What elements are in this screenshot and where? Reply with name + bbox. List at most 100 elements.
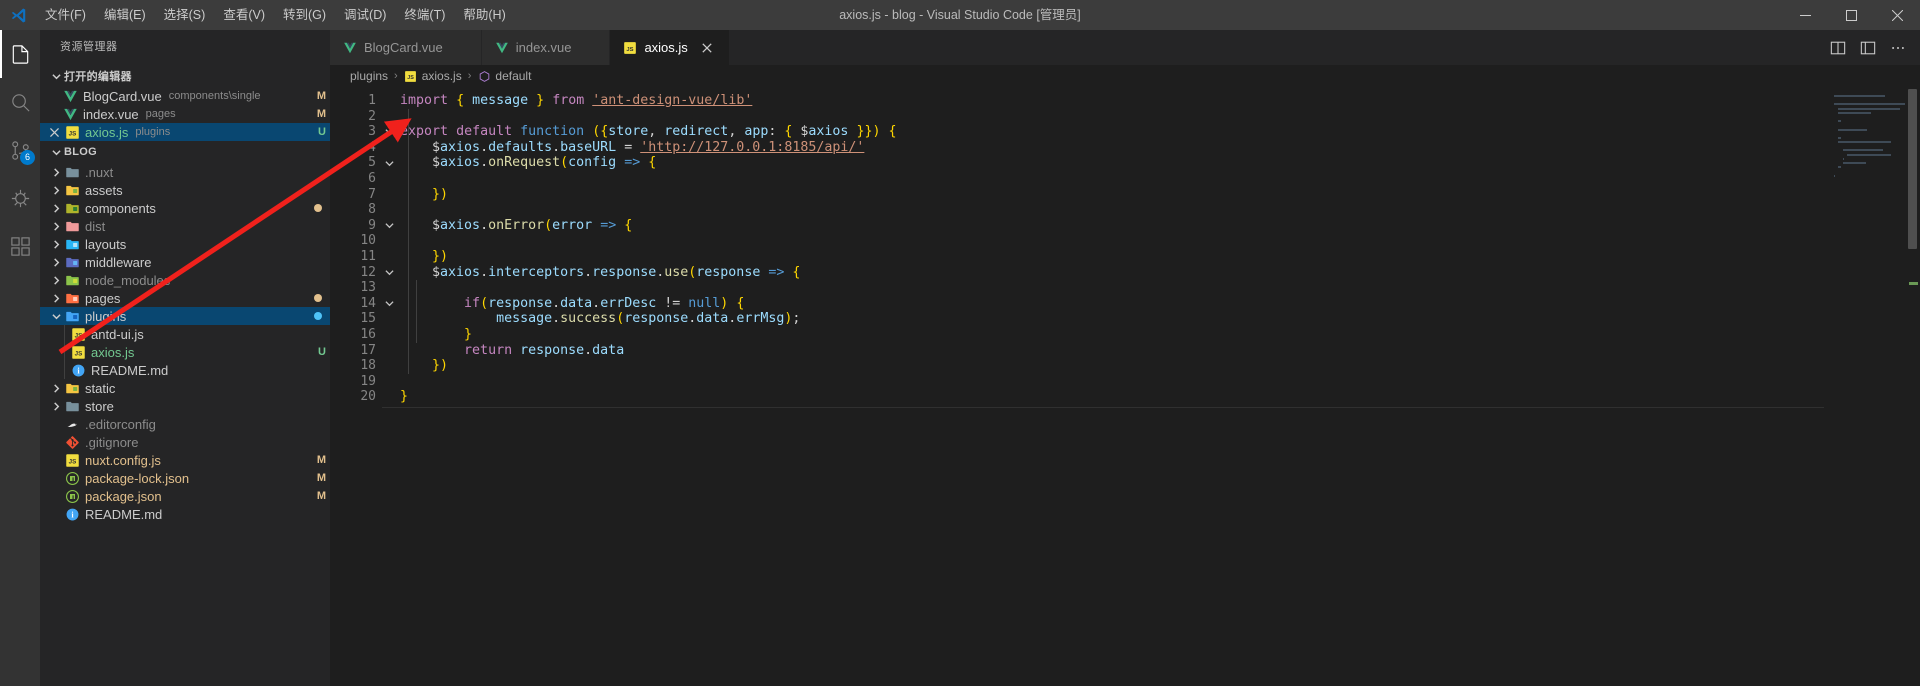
split-editor-icon[interactable] bbox=[1824, 30, 1852, 65]
code-content[interactable]: import { message } from 'ant-design-vue/… bbox=[396, 87, 1828, 686]
activitybar-extensions[interactable] bbox=[0, 222, 40, 270]
code-line[interactable] bbox=[400, 280, 1828, 296]
overview-ruler[interactable] bbox=[1906, 87, 1920, 686]
code-line[interactable] bbox=[400, 233, 1828, 249]
menu-terminal[interactable]: 终端(T) bbox=[395, 0, 454, 30]
fold-chevron-icon[interactable] bbox=[382, 155, 396, 171]
file-desc: pages bbox=[145, 108, 176, 120]
close-button[interactable] bbox=[1874, 0, 1920, 30]
code-line[interactable] bbox=[400, 109, 1828, 125]
open-editor-blogcard[interactable]: BlogCard.vue components\single M bbox=[40, 87, 330, 105]
maximize-button[interactable] bbox=[1828, 0, 1874, 30]
tree-item-store[interactable]: store bbox=[40, 397, 330, 415]
tree-item-readme-md[interactable]: i README.md bbox=[40, 361, 330, 379]
line-number: 11 bbox=[360, 248, 376, 264]
activitybar-explorer[interactable] bbox=[0, 30, 40, 78]
fold-slot bbox=[382, 93, 396, 109]
menu-debug[interactable]: 调试(D) bbox=[335, 0, 395, 30]
code-line[interactable]: $axios.onError(error => { bbox=[400, 218, 1828, 234]
code-line[interactable]: $axios.defaults.baseURL = 'http://127.0.… bbox=[400, 140, 1828, 156]
fold-chevron-icon[interactable] bbox=[382, 218, 396, 234]
menu-bar[interactable]: 文件(F) 编辑(E) 选择(S) 查看(V) 转到(G) 调试(D) 终端(T… bbox=[36, 0, 515, 30]
tree-item-dist[interactable]: dist bbox=[40, 217, 330, 235]
menu-selection[interactable]: 选择(S) bbox=[155, 0, 215, 30]
code-line[interactable]: }) bbox=[400, 249, 1828, 265]
code-line[interactable]: export default function ({store, redirec… bbox=[400, 124, 1828, 140]
minimize-button[interactable] bbox=[1782, 0, 1828, 30]
menu-go[interactable]: 转到(G) bbox=[274, 0, 335, 30]
js-icon: JS bbox=[404, 69, 418, 83]
tree-item-plugins[interactable]: plugins bbox=[40, 307, 330, 325]
breadcrumb-plugins[interactable]: plugins bbox=[350, 69, 388, 83]
folder-node-icon bbox=[64, 272, 80, 288]
tree-item--nuxt[interactable]: .nuxt bbox=[40, 163, 330, 181]
code-editor[interactable]: 1 2 3 4 5 6 7 8 9 10 11 12 13 14 15 16 17 18 19 20 import {… bbox=[330, 87, 1920, 686]
window-controls bbox=[1782, 0, 1920, 30]
open-editor-index[interactable]: index.vue pages M bbox=[40, 105, 330, 123]
fold-slot bbox=[382, 343, 396, 359]
tab-blogcard-vue[interactable]: BlogCard.vue bbox=[330, 30, 482, 65]
line-number: 16 bbox=[360, 326, 376, 342]
open-editors-header[interactable]: 打开的编辑器 bbox=[40, 65, 330, 87]
code-line[interactable]: } bbox=[400, 327, 1828, 343]
activitybar-source-control[interactable]: 6 bbox=[0, 126, 40, 174]
code-line[interactable]: if(response.data.errDesc != null) { bbox=[400, 296, 1828, 312]
info-icon: i bbox=[64, 506, 80, 522]
tree-item-middleware[interactable]: middleware bbox=[40, 253, 330, 271]
tree-item-components[interactable]: components bbox=[40, 199, 330, 217]
tree-item-layouts[interactable]: layouts bbox=[40, 235, 330, 253]
breadcrumb-axios-js[interactable]: JS axios.js bbox=[404, 69, 462, 83]
tree-item-readme-md[interactable]: i README.md bbox=[40, 505, 330, 523]
tree-item-assets[interactable]: assets bbox=[40, 181, 330, 199]
menu-edit[interactable]: 编辑(E) bbox=[95, 0, 155, 30]
fold-chevron-icon[interactable] bbox=[382, 124, 396, 140]
more-actions-icon[interactable] bbox=[1884, 30, 1912, 65]
breadcrumb-default-symbol[interactable]: default bbox=[477, 69, 531, 83]
fold-gutter[interactable] bbox=[382, 87, 396, 686]
tree-item-node-modules[interactable]: node_modules bbox=[40, 271, 330, 289]
fold-chevron-icon[interactable] bbox=[382, 296, 396, 312]
code-line[interactable]: import { message } from 'ant-design-vue/… bbox=[400, 93, 1828, 109]
menu-view[interactable]: 查看(V) bbox=[214, 0, 274, 30]
status-badge: M bbox=[316, 90, 326, 102]
code-line[interactable] bbox=[400, 374, 1828, 390]
tree-item--gitignore[interactable]: .gitignore bbox=[40, 433, 330, 451]
code-line[interactable] bbox=[400, 202, 1828, 218]
tree-item-package-json[interactable]: package.json M bbox=[40, 487, 330, 505]
chevron-down-icon[interactable] bbox=[48, 305, 64, 327]
open-editor-axios[interactable]: JS axios.js plugins U bbox=[40, 123, 330, 141]
tree-item-package-lock-json[interactable]: package-lock.json M bbox=[40, 469, 330, 487]
code-line[interactable]: } bbox=[400, 389, 1828, 405]
code-line[interactable]: }) bbox=[400, 187, 1828, 203]
menu-file[interactable]: 文件(F) bbox=[36, 0, 95, 30]
fold-chevron-icon[interactable] bbox=[382, 265, 396, 281]
scrollbar-thumb[interactable] bbox=[1908, 89, 1917, 249]
tree-item-axios-js[interactable]: JS axios.js U bbox=[40, 343, 330, 361]
fold-slot bbox=[382, 374, 396, 390]
code-line[interactable]: message.success(response.data.errMsg); bbox=[400, 311, 1828, 327]
activitybar-search[interactable] bbox=[0, 78, 40, 126]
close-icon[interactable] bbox=[46, 124, 62, 140]
code-line[interactable]: return response.data bbox=[400, 343, 1828, 359]
tab-axios-js[interactable]: JS axios.js bbox=[610, 30, 731, 65]
open-changes-icon[interactable] bbox=[1854, 30, 1882, 65]
code-line[interactable]: $axios.onRequest(config => { bbox=[400, 155, 1828, 171]
code-line[interactable]: }) bbox=[400, 358, 1828, 374]
code-line[interactable]: $axios.interceptors.response.use(respons… bbox=[400, 265, 1828, 281]
chevron-right-icon[interactable] bbox=[48, 395, 64, 417]
tree-item-static[interactable]: static bbox=[40, 379, 330, 397]
npm-icon bbox=[64, 488, 80, 504]
close-icon[interactable] bbox=[698, 39, 716, 57]
tree-item-pages[interactable]: pages bbox=[40, 289, 330, 307]
activitybar-debug[interactable] bbox=[0, 174, 40, 222]
status-badge: M bbox=[316, 472, 326, 484]
tree-item-nuxt-config-js[interactable]: JS nuxt.config.js M bbox=[40, 451, 330, 469]
tree-item-label: node_modules bbox=[85, 272, 171, 288]
tree-item-antd-ui-js[interactable]: JS antd-ui.js bbox=[40, 325, 330, 343]
editor-group: BlogCard.vue index.vue JS axios.js plugi… bbox=[330, 30, 1920, 686]
tree-item--editorconfig[interactable]: .editorconfig bbox=[40, 415, 330, 433]
workspace-header[interactable]: BLOG bbox=[40, 141, 330, 163]
tab-index-vue[interactable]: index.vue bbox=[481, 30, 611, 65]
code-line[interactable] bbox=[400, 171, 1828, 187]
menu-help[interactable]: 帮助(H) bbox=[454, 0, 514, 30]
